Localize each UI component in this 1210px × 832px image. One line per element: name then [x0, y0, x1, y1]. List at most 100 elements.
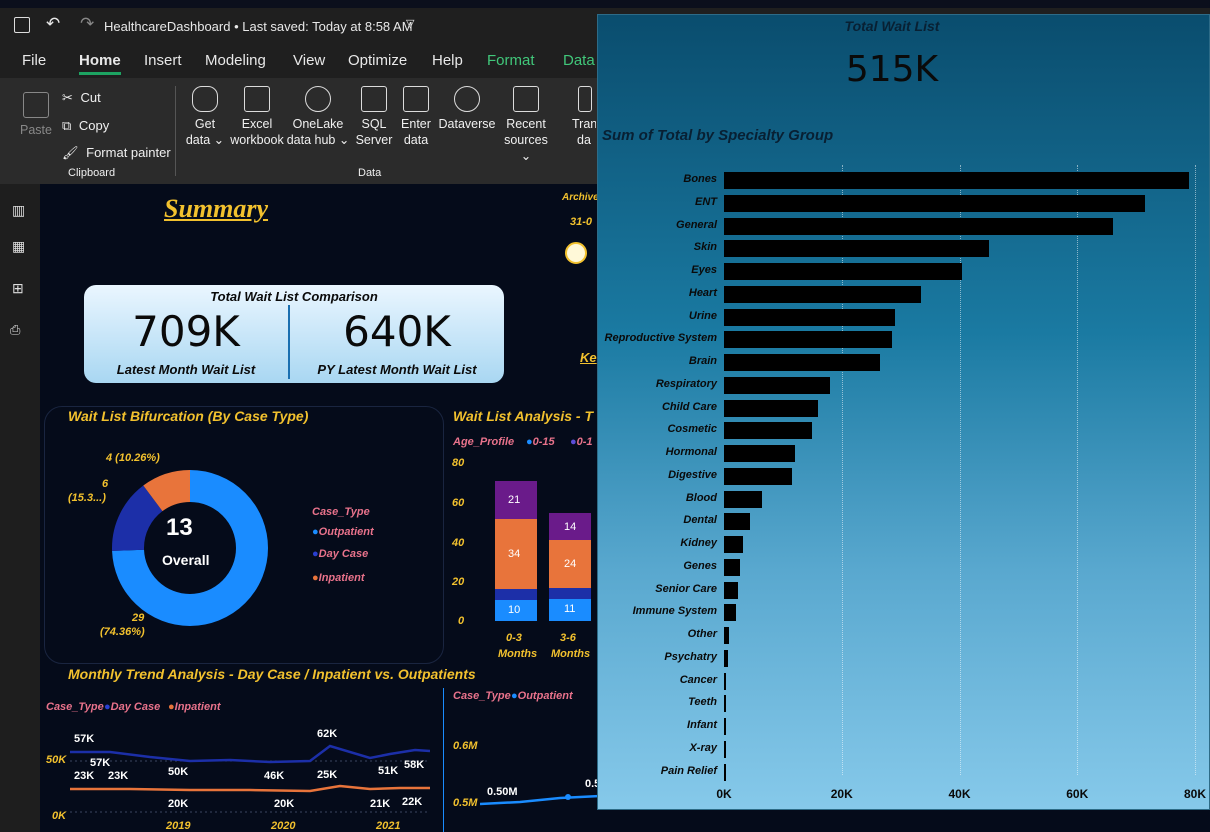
- bar-other[interactable]: [724, 627, 730, 644]
- menu-view[interactable]: View: [293, 52, 325, 69]
- table-view-icon[interactable]: ▦: [12, 238, 25, 255]
- redo-icon[interactable]: ↷: [80, 14, 94, 34]
- trend-line-daycase[interactable]: [70, 744, 430, 764]
- bar-cancer[interactable]: [724, 672, 727, 690]
- category-label: Dental: [683, 514, 717, 527]
- bar-genes[interactable]: [724, 558, 740, 576]
- bar-eyes[interactable]: [724, 263, 963, 280]
- summary-title: Summary: [164, 194, 269, 223]
- enter-data-button[interactable]: Enter data: [398, 86, 434, 148]
- sql-icon: [361, 86, 387, 112]
- menu-modeling[interactable]: Modeling: [205, 52, 266, 69]
- trend-line-inpatient[interactable]: [70, 784, 430, 793]
- trend-label-2: 57K: [90, 757, 111, 769]
- dataverse-button[interactable]: Dataverse: [436, 86, 498, 132]
- report-view-icon[interactable]: ▥: [12, 202, 25, 219]
- bar-infant[interactable]: [724, 718, 726, 735]
- bar-teeth[interactable]: [724, 695, 726, 713]
- bar-blood[interactable]: [724, 490, 763, 508]
- dax-query-icon[interactable]: ⎙: [10, 322, 20, 338]
- category-label: Reproductive System: [604, 332, 717, 345]
- menu-data[interactable]: Data: [563, 52, 595, 69]
- paste-button[interactable]: Paste: [16, 92, 56, 138]
- category-label: Kidney: [680, 537, 717, 549]
- excel-workbook-button[interactable]: Excel workbook: [228, 86, 286, 148]
- menu-help[interactable]: Help: [432, 52, 463, 69]
- paste-icon: [23, 92, 49, 118]
- donut-center-value: 13: [166, 514, 193, 541]
- donut-chart[interactable]: [110, 468, 270, 628]
- bar-dental[interactable]: [724, 513, 751, 531]
- format-painter-button[interactable]: 🖌 Format painter: [62, 145, 171, 161]
- category-label: Skin: [693, 241, 717, 254]
- transform-data-button[interactable]: Tran da: [572, 86, 596, 148]
- bar-kidney[interactable]: [724, 536, 744, 553]
- model-view-icon[interactable]: ⊞: [12, 280, 24, 297]
- bar-child-care[interactable]: [724, 399, 819, 417]
- x-gridline: [1077, 165, 1079, 775]
- save-icon[interactable]: [14, 17, 30, 33]
- legend-item-daycase[interactable]: ●Day Case: [312, 548, 368, 560]
- outpatient-legend-item[interactable]: ●Outpatient: [511, 690, 573, 702]
- age-bar-0-3-navy[interactable]: [495, 589, 537, 600]
- menu-insert[interactable]: Insert: [144, 52, 182, 69]
- chevron-down-icon[interactable]: ▽: [406, 17, 414, 30]
- bar-cosmetic[interactable]: [724, 422, 813, 440]
- age-chart-title: Wait List Analysis - T: [453, 408, 594, 424]
- bar-x-ray[interactable]: [724, 740, 726, 758]
- category-label: Respiratory: [655, 377, 717, 390]
- cut-button[interactable]: ✂ Cut: [62, 90, 101, 106]
- specialty-bar-chart[interactable]: 0K 20K 40K 60K 80K Bones ENT General Skin Eyes Hea…: [598, 15, 1209, 809]
- trend-legend-inpatient[interactable]: ●Inpatient: [168, 701, 221, 713]
- bar-reproductive-system[interactable]: [724, 331, 892, 349]
- category-label: Heart: [688, 286, 717, 299]
- bar-pain-relief[interactable]: [724, 763, 726, 781]
- menu-format[interactable]: Format: [487, 52, 535, 69]
- onelake-button[interactable]: OneLake data hub ⌄: [286, 86, 350, 148]
- transform-icon: [578, 86, 592, 112]
- excel-icon: [244, 86, 270, 112]
- menu-optimize[interactable]: Optimize: [348, 52, 407, 69]
- legend-item-inpatient[interactable]: ●Inpatient: [312, 572, 365, 584]
- menu-file[interactable]: File: [22, 52, 46, 69]
- trend-label-9: 51K: [378, 765, 399, 777]
- legend-item-outpatient[interactable]: ●Outpatient: [312, 526, 374, 538]
- copy-button[interactable]: ⧉ Copy: [62, 118, 109, 134]
- trend-legend-daycase[interactable]: ●Day Case: [104, 701, 160, 713]
- bar-heart[interactable]: [724, 285, 922, 303]
- table-icon: [403, 86, 429, 112]
- age-bar-0-3-label-b: Months: [498, 648, 538, 660]
- age-legend-item-1[interactable]: ●0-15: [526, 436, 555, 448]
- get-data-button[interactable]: Get data ⌄: [184, 86, 226, 148]
- menu-home[interactable]: Home: [79, 52, 121, 75]
- age-bar-0-3-v3: 21: [508, 494, 521, 506]
- age-bar-3-6-label-a: 3-6: [560, 632, 576, 644]
- undo-icon[interactable]: ↶: [46, 14, 60, 34]
- donut-label-inpatient: 4 (10.26%): [106, 452, 160, 464]
- bar-digestive[interactable]: [724, 467, 792, 485]
- bar-senior-care[interactable]: [724, 581, 738, 599]
- age-bar-3-6-v1: 11: [564, 603, 576, 615]
- category-label: Teeth: [688, 696, 717, 709]
- age-bar-3-6-v3: 14: [564, 521, 577, 533]
- bar-general[interactable]: [724, 217, 1113, 235]
- bar-immune-system[interactable]: [724, 604, 736, 622]
- bar-skin[interactable]: [724, 240, 989, 258]
- age-y-tick-80: 80: [452, 457, 465, 469]
- category-label: Other: [687, 628, 717, 640]
- trend-label-4: 23K: [108, 770, 129, 782]
- donut-label-daycase-a: 6: [102, 478, 109, 490]
- bar-psychatry[interactable]: [724, 649, 728, 667]
- donut-center-label: Overall: [162, 552, 210, 568]
- bar-respiratory[interactable]: [724, 376, 830, 394]
- bar-bones[interactable]: [724, 172, 1190, 189]
- focus-mode-panel[interactable]: Total Wait List 515K Sum of Total by Spe…: [597, 14, 1210, 810]
- bar-hormonal[interactable]: [724, 445, 795, 462]
- bar-urine[interactable]: [724, 308, 895, 326]
- data-group-label: Data: [358, 167, 382, 179]
- recent-sources-button[interactable]: Recent sources ⌄: [498, 86, 554, 164]
- sql-server-button[interactable]: SQL Server: [354, 86, 394, 148]
- bar-brain[interactable]: [724, 354, 881, 371]
- donut-label-outpatient-b: (74.36%): [100, 626, 145, 638]
- bar-ent[interactable]: [724, 194, 1145, 212]
